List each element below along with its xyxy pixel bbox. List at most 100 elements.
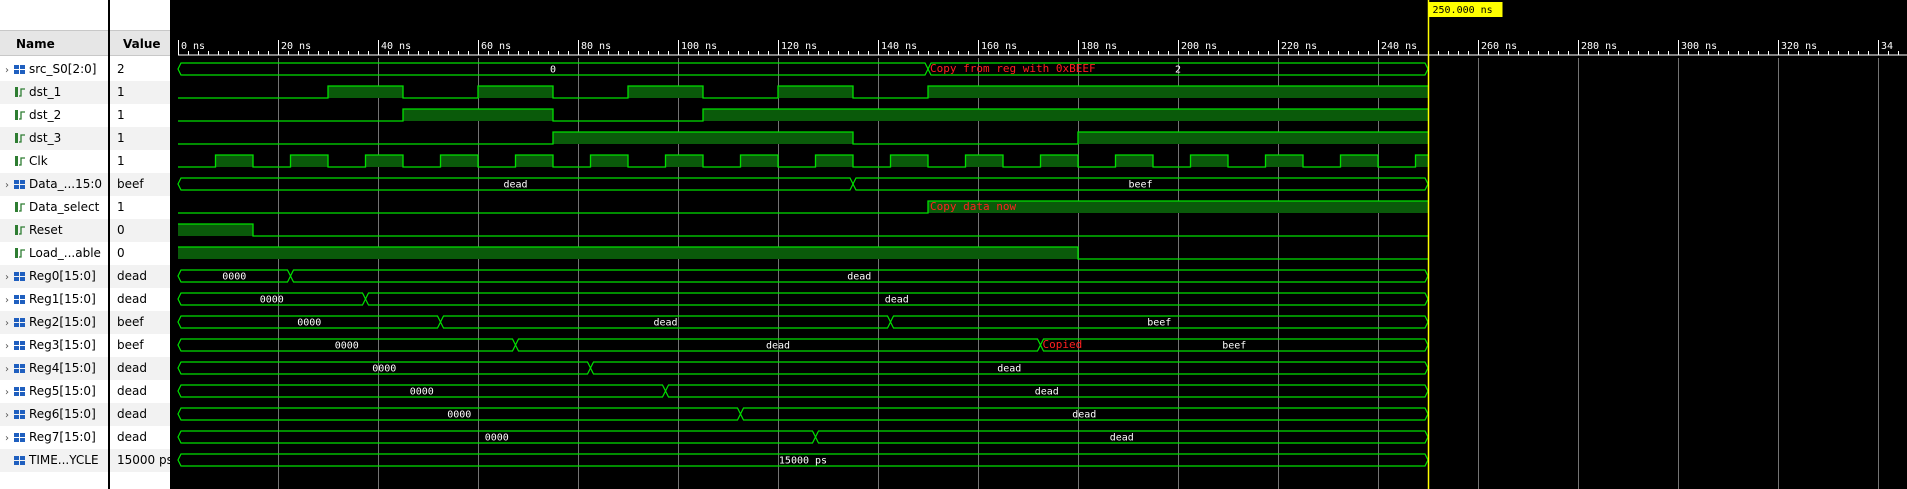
signal-row[interactable]: dst_3 [0,127,108,150]
bit-signal-icon [15,248,25,258]
value-column-header[interactable]: Value [110,30,170,56]
name-header-label: Name [16,37,55,51]
signal-row[interactable]: dst_1 [0,81,108,104]
bit-signal-icon [15,87,25,97]
signal-value: beef [110,173,170,196]
bus-signal-icon [14,318,25,327]
high-level-fill [1078,132,1428,144]
bus-signal-icon [14,433,25,442]
signal-name: Data_...15:0 [29,177,103,191]
bus-segment-value: 2 [1175,65,1181,76]
bus-segment-value: dead [766,341,790,352]
bit-signal-icon [15,133,25,143]
high-level-fill [403,109,553,121]
signal-value: dead [110,265,170,288]
signal-row[interactable]: › Reg1[15:0] [0,288,108,311]
signal-row[interactable]: › Reg4[15:0] [0,357,108,380]
signal-row[interactable]: › Reg7[15:0] [0,426,108,449]
signal-value: 0 [110,219,170,242]
signal-name: Reg7[15:0] [29,430,96,444]
high-level-fill [890,155,928,167]
bus-segment-value: 0000 [335,341,359,352]
signal-value: 1 [117,108,125,122]
signal-value: 15000 ps [110,449,170,472]
bit-signal-icon [15,225,25,235]
expand-chevron-icon[interactable]: › [0,266,14,288]
signal-name-panel: Name › src_S0[2:0] dst_1 dst_2 dst_3 Clk › Data… [0,0,108,489]
signal-value: 0 [117,246,125,260]
bus-segment-value: 0000 [260,295,284,306]
signal-row[interactable]: › Reg2[15:0] [0,311,108,334]
waveform-canvas[interactable]: 0 ns 20 ns 40 ns 60 ns 80 ns 100 ns 120 ns 140 … [172,0,1907,489]
signal-name: Reg3[15:0] [29,338,96,352]
signal-row[interactable]: › Reg0[15:0] [0,265,108,288]
ruler-tick-label: 320 ns [1781,41,1817,52]
bus-segment-value: 15000 ps [779,456,827,467]
high-level-fill [365,155,403,167]
bus-segment-value: 0000 [410,387,434,398]
high-level-fill [515,155,553,167]
signal-value: 1 [110,81,170,104]
expand-chevron-icon[interactable]: › [0,381,14,403]
signal-row[interactable]: › Reg6[15:0] [0,403,108,426]
signal-name: dst_2 [29,108,62,122]
expand-chevron-icon[interactable]: › [0,335,14,357]
ruler-tick-label: 280 ns [1581,41,1617,52]
value-header-label: Value [123,37,161,51]
ruler-tick-label: 80 ns [581,41,611,52]
signal-row[interactable]: Data_select [0,196,108,219]
signal-name: TIME...YCLE [29,453,99,467]
bus-segment-value: 0000 [372,364,396,375]
expand-chevron-icon[interactable]: › [0,312,14,334]
signal-row[interactable]: Reset [0,219,108,242]
time-ruler[interactable] [172,30,1907,56]
expand-chevron-icon[interactable]: › [0,404,14,426]
bit-signal-icon [15,156,25,166]
high-level-fill [740,155,778,167]
ruler-tick-label: 180 ns [1081,41,1117,52]
ruler-tick-label: 20 ns [281,41,311,52]
signal-value: dead [117,430,147,444]
signal-row[interactable]: › src_S0[2:0] [0,58,108,81]
high-level-fill [478,86,553,98]
ruler-tick-label: 220 ns [1281,41,1317,52]
signal-name: Clk [29,154,48,168]
signal-value: 1 [117,154,125,168]
signal-name: Load_...able [29,246,101,260]
signal-row[interactable]: Load_...able [0,242,108,265]
bit-waveform [178,223,1428,237]
signal-name: Reg5[15:0] [29,384,96,398]
signal-row[interactable]: TIME...YCLE [0,449,108,472]
ruler-tick-label: 200 ns [1181,41,1217,52]
expand-chevron-icon[interactable]: › [0,427,14,449]
signal-value: 1 [110,127,170,150]
signal-row[interactable]: Clk [0,150,108,173]
bus-segment-value: 0 [550,65,556,76]
signal-name: dst_1 [29,85,62,99]
signal-name: src_S0[2:0] [29,62,97,76]
expand-chevron-icon[interactable]: › [0,358,14,380]
expand-chevron-icon[interactable]: › [0,289,14,311]
ruler-tick-label: 240 ns [1381,41,1417,52]
bus-segment-value: dead [1110,433,1134,444]
signal-name: Reset [29,223,63,237]
high-level-fill [1340,155,1378,167]
bus-signal-icon [14,272,25,281]
bit-signal-icon [15,202,25,212]
high-level-fill [965,155,1003,167]
bus-signal-icon [14,410,25,419]
waveform-annotation: Copy from reg with 0xBEEF [930,62,1096,75]
expand-chevron-icon[interactable]: › [0,59,14,81]
bus-segment-value: dead [885,295,909,306]
expand-chevron-icon[interactable]: › [0,174,14,196]
waveform-view[interactable]: 0 ns 20 ns 40 ns 60 ns 80 ns 100 ns 120 ns 140 … [172,0,1907,489]
bus-signal-icon [14,341,25,350]
signal-name: Data_select [29,200,100,214]
bus-segment-value: 0000 [222,272,246,283]
signal-row[interactable]: dst_2 [0,104,108,127]
signal-row[interactable]: › Reg3[15:0] [0,334,108,357]
signal-row[interactable]: › Data_...15:0 [0,173,108,196]
bus-segment-value: dead [1072,410,1096,421]
name-column-header[interactable]: Name [0,30,108,56]
signal-row[interactable]: › Reg5[15:0] [0,380,108,403]
